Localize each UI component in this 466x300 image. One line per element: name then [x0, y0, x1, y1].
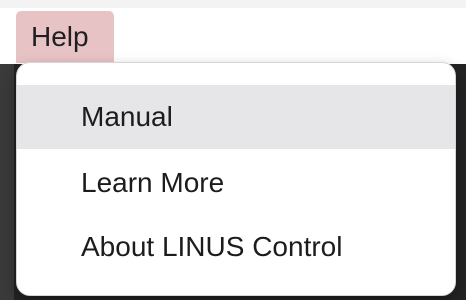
menu-bar-top-edge — [0, 0, 466, 8]
help-dropdown-menu: Manual Learn More About LINUS Control — [16, 62, 456, 296]
menu-item-manual[interactable]: Manual — [17, 85, 455, 149]
window-side-strip — [0, 64, 14, 300]
menu-item-learn-more[interactable]: Learn More — [17, 151, 455, 215]
help-menu-title[interactable]: Help — [16, 11, 114, 63]
menu-bar: Help — [0, 0, 466, 64]
menu-item-about-linus-control[interactable]: About LINUS Control — [17, 215, 455, 279]
